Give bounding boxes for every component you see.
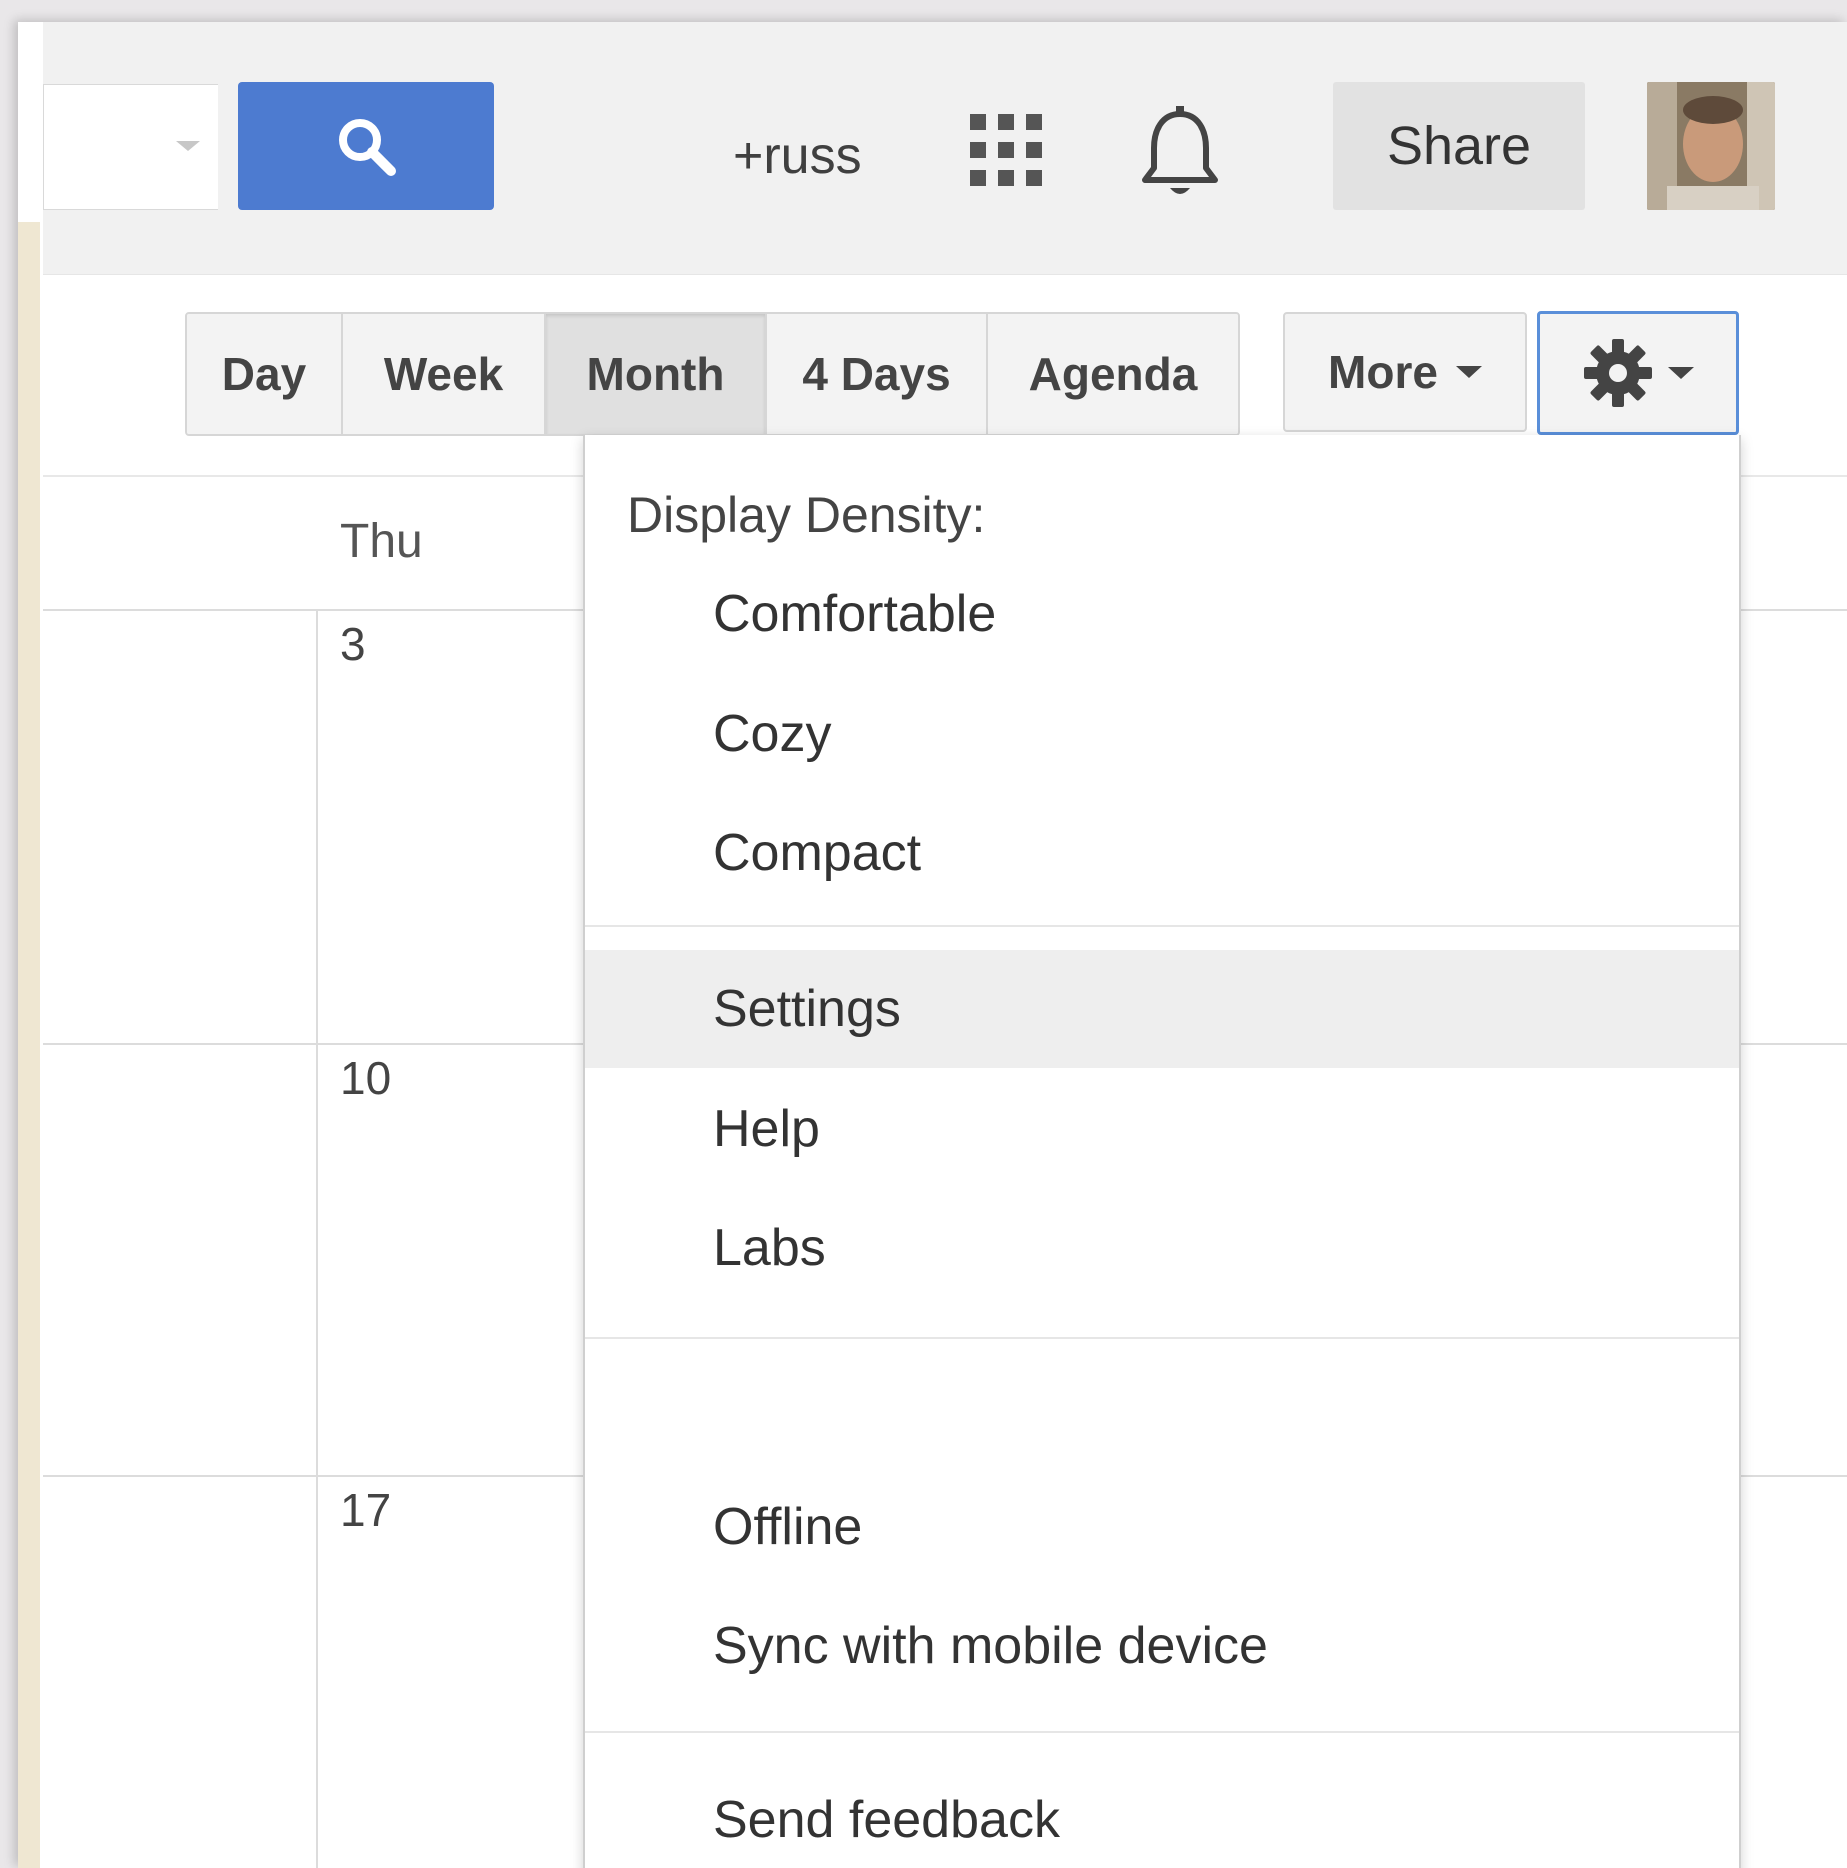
display-density-heading: Display Density: <box>627 487 986 543</box>
menu-divider <box>585 925 1739 927</box>
date-number[interactable]: 3 <box>340 621 366 667</box>
menu-divider <box>585 1731 1739 1733</box>
view-agenda-button[interactable]: Agenda <box>988 314 1238 434</box>
view-month-button[interactable]: Month <box>546 314 767 434</box>
view-switcher: Day Week Month 4 Days Agenda <box>185 312 1240 436</box>
view-day-button[interactable]: Day <box>187 314 343 434</box>
view-4-days-button[interactable]: 4 Days <box>767 314 988 434</box>
menu-divider <box>585 1337 1739 1339</box>
menu-item-settings[interactable]: Settings <box>585 950 1739 1068</box>
menu-item-labs[interactable]: Labs <box>585 1189 1739 1307</box>
avatar[interactable] <box>1647 82 1775 210</box>
left-edge-strip <box>18 222 40 1868</box>
settings-gear-button[interactable] <box>1537 311 1739 435</box>
menu-item-help[interactable]: Help <box>585 1070 1739 1188</box>
date-number[interactable]: 17 <box>340 1487 391 1533</box>
menu-item-compact[interactable]: Compact <box>585 794 1739 912</box>
menu-item-comfortable[interactable]: Comfortable <box>585 555 1739 673</box>
settings-dropdown-menu: Display Density: Comfortable Cozy Compac… <box>583 435 1741 1868</box>
notifications-bell-icon[interactable] <box>1140 104 1220 204</box>
date-number[interactable]: 10 <box>340 1055 391 1101</box>
menu-item-sync-mobile[interactable]: Sync with mobile device <box>585 1587 1739 1705</box>
gear-icon <box>1584 339 1652 407</box>
share-button[interactable]: Share <box>1333 82 1585 210</box>
search-options-dropdown-icon[interactable] <box>176 141 200 151</box>
search-input[interactable] <box>43 84 218 210</box>
menu-item-cozy[interactable]: Cozy <box>585 675 1739 793</box>
menu-item-send-feedback[interactable]: Send feedback <box>585 1761 1739 1868</box>
view-week-button[interactable]: Week <box>343 314 546 434</box>
chevron-down-icon <box>1668 367 1694 379</box>
more-button[interactable]: More <box>1283 312 1527 432</box>
top-header: +russ Share <box>43 22 1847 275</box>
menu-item-offline[interactable]: Offline <box>585 1468 1739 1586</box>
chevron-down-icon <box>1455 366 1482 378</box>
more-label: More <box>1328 346 1438 398</box>
day-column-header: Thu <box>340 515 423 568</box>
search-icon <box>339 119 396 176</box>
apps-grid-icon[interactable] <box>968 112 1044 188</box>
google-plus-profile-link[interactable]: +russ <box>733 130 862 182</box>
search-button[interactable] <box>238 82 494 210</box>
app-window: +russ Share Day Week Month 4 Days Agenda… <box>18 22 1847 1868</box>
